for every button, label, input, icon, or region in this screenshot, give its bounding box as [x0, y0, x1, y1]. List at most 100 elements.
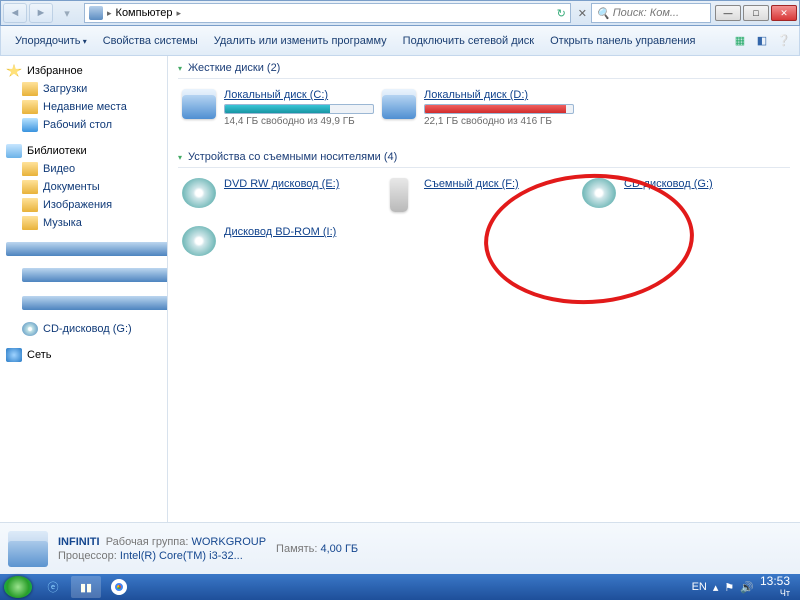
taskbar-ie-icon[interactable]: ⓔ: [38, 576, 68, 598]
sidebar-item-documents[interactable]: Документы: [4, 178, 163, 196]
volume-icon[interactable]: 🔊: [740, 581, 754, 594]
chevron-right-icon: ▸: [107, 8, 112, 19]
breadcrumb[interactable]: Компьютер: [116, 7, 173, 19]
taskbar: ⓔ ▮▮ EN ▴ ⚑ 🔊 13:53Чт: [0, 574, 800, 600]
search-input[interactable]: 🔍 Поиск: Ком...: [591, 3, 711, 23]
cpu-label: Процессор:: [58, 550, 117, 562]
folder-icon: [22, 198, 38, 212]
sidebar-item-music[interactable]: Музыка: [4, 214, 163, 232]
close-button[interactable]: ✕: [771, 5, 797, 21]
sidebar-item-label: Изображения: [43, 199, 112, 211]
drive-cd-g[interactable]: CD-дисковод (G:): [578, 174, 778, 216]
sidebar-item-label: Документы: [43, 181, 100, 193]
clock[interactable]: 13:53Чт: [760, 576, 790, 599]
day-text: Чт: [780, 588, 790, 598]
action-center-icon[interactable]: ⚑: [724, 581, 734, 594]
chrome-icon: [111, 579, 127, 595]
network-icon: [6, 348, 22, 362]
drive-name: Дисковод BD-ROM (I:): [224, 226, 374, 238]
time-text: 13:53: [760, 574, 790, 588]
system-tray: EN ▴ ⚑ 🔊 13:53Чт: [692, 576, 796, 599]
sidebar-group-label: Сеть: [27, 349, 51, 361]
refresh-icon[interactable]: ↻: [557, 7, 566, 20]
drive-name: CD-дисковод (G:): [624, 178, 774, 190]
window-controls: — □ ✕: [715, 5, 797, 21]
sidebar-item-recent[interactable]: Недавние места: [4, 98, 163, 116]
sidebar-item-downloads[interactable]: Загрузки: [4, 80, 163, 98]
preview-pane-icon[interactable]: ◧: [753, 32, 771, 50]
drive-bd-rom-i[interactable]: Дисковод BD-ROM (I:): [178, 222, 378, 260]
toolbar: Упорядочить Свойства системы Удалить или…: [0, 26, 800, 56]
sidebar-item-pictures[interactable]: Изображения: [4, 196, 163, 214]
chevron-right-icon: ▸: [176, 8, 181, 19]
library-icon: [6, 144, 22, 158]
sidebar-item-cd-g[interactable]: CD-дисковод (G:): [4, 320, 163, 338]
sidebar-item-local-d[interactable]: Локальный диск (D:): [4, 292, 163, 320]
address-bar[interactable]: ▸ Компьютер ▸ ↻: [84, 3, 571, 23]
sidebar-group-label: Избранное: [27, 65, 83, 77]
nav-up-button[interactable]: ▾: [55, 3, 79, 23]
help-icon[interactable]: ❔: [775, 32, 793, 50]
drive-removable-f[interactable]: Съемный диск (F:): [378, 174, 578, 216]
section-removable[interactable]: ▾Устройства со съемными носителями (4): [178, 151, 790, 168]
hdd-icon: [382, 89, 416, 119]
sidebar-item-label: Недавние места: [43, 101, 127, 113]
sidebar-item-videos[interactable]: Видео: [4, 160, 163, 178]
taskbar-chrome-icon[interactable]: [104, 576, 134, 598]
drive-local-c[interactable]: Локальный диск (C:) 14,4 ГБ свободно из …: [178, 85, 378, 131]
tray-arrow-icon[interactable]: ▴: [713, 581, 719, 594]
memory-label: Память:: [276, 543, 317, 555]
details-pane: INFINITI Рабочая группа: WORKGROUP Проце…: [0, 522, 800, 574]
collapse-icon: ▾: [178, 64, 182, 73]
clear-search-icon[interactable]: ✕: [578, 7, 587, 20]
maximize-button[interactable]: □: [743, 5, 769, 21]
folder-icon: [22, 216, 38, 230]
map-network-drive-button[interactable]: Подключить сетевой диск: [395, 31, 542, 51]
computer-icon: [89, 6, 103, 20]
view-icon[interactable]: ▦: [731, 32, 749, 50]
organize-menu[interactable]: Упорядочить: [7, 31, 95, 51]
workgroup-value: WORKGROUP: [191, 536, 266, 548]
folder-icon: [22, 162, 38, 176]
sidebar-libraries[interactable]: Библиотеки: [4, 142, 163, 160]
content-area: ▾ Жесткие диски (2) Локальный диск (C:) 1…: [168, 56, 800, 522]
search-placeholder: Поиск: Ком...: [613, 7, 679, 19]
nav-back-button[interactable]: ◄: [3, 3, 27, 23]
drive-local-d[interactable]: Локальный диск (D:) 22,1 ГБ свободно из …: [378, 85, 578, 131]
open-control-panel-button[interactable]: Открыть панель управления: [542, 31, 703, 51]
drive-name: Локальный диск (C:): [224, 89, 374, 101]
sidebar-item-desktop[interactable]: Рабочий стол: [4, 116, 163, 134]
titlebar: ◄ ► ▾ ▸ Компьютер ▸ ↻ ✕ 🔍 Поиск: Ком... …: [0, 0, 800, 26]
sidebar-favorites[interactable]: Избранное: [4, 62, 163, 80]
optical-drive-icon: [182, 226, 216, 256]
section-hard-disks[interactable]: ▾ Жесткие диски (2): [178, 62, 790, 79]
sidebar-network[interactable]: Сеть: [4, 346, 163, 364]
nav-forward-button[interactable]: ►: [29, 3, 53, 23]
computer-icon: [8, 531, 48, 567]
sidebar-item-local-c[interactable]: Локальный диск (C:): [4, 264, 163, 292]
folder-icon: [22, 180, 38, 194]
sidebar-item-label: Видео: [43, 163, 75, 175]
folder-icon: [22, 82, 38, 96]
sidebar-item-label: Загрузки: [43, 83, 87, 95]
drive-name: Съемный диск (F:): [424, 178, 574, 190]
uninstall-button[interactable]: Удалить или изменить программу: [206, 31, 395, 51]
navigation-pane: Избранное Загрузки Недавние места Рабочи…: [0, 56, 168, 522]
language-indicator[interactable]: EN: [692, 581, 707, 593]
computer-name: INFINITI: [58, 536, 100, 548]
drive-icon: [22, 268, 168, 282]
usage-bar: [224, 104, 374, 114]
section-label: Жесткие диски (2): [188, 62, 280, 74]
optical-drive-icon: [582, 178, 616, 208]
drive-dvd-rw-e[interactable]: DVD RW дисковод (E:): [178, 174, 378, 216]
minimize-button[interactable]: —: [715, 5, 741, 21]
start-button[interactable]: [4, 576, 32, 598]
sidebar-computer[interactable]: Компьютер: [4, 240, 163, 264]
folder-icon: [22, 100, 38, 114]
drive-free-text: 14,4 ГБ свободно из 49,9 ГБ: [224, 116, 374, 127]
drive-free-text: 22,1 ГБ свободно из 416 ГБ: [424, 116, 574, 127]
sidebar-item-label: CD-дисковод (G:): [43, 323, 132, 335]
system-properties-button[interactable]: Свойства системы: [95, 31, 206, 51]
star-icon: [6, 64, 22, 78]
taskbar-explorer-icon[interactable]: ▮▮: [71, 576, 101, 598]
